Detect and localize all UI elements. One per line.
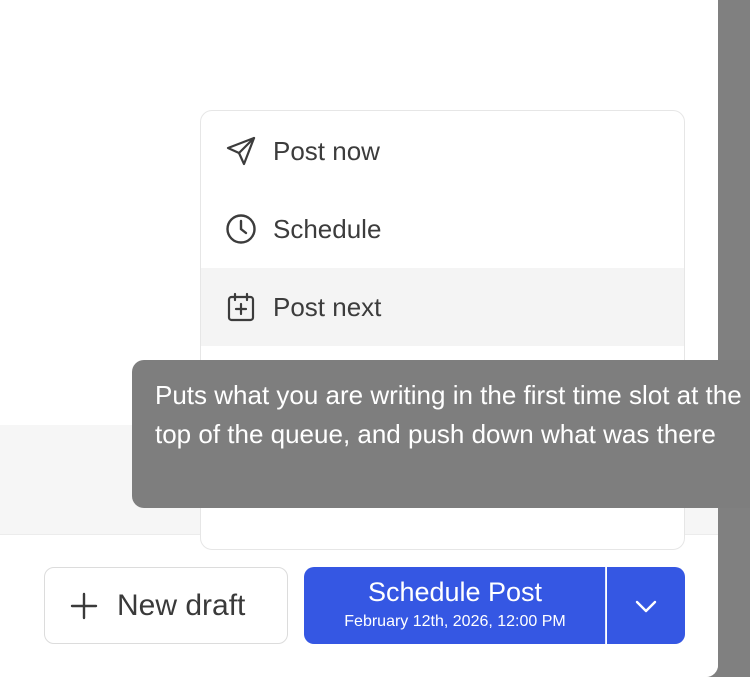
new-draft-button[interactable]: New draft [44, 567, 288, 644]
menu-item-post-now[interactable]: Post now [201, 112, 684, 190]
menu-item-schedule[interactable]: Schedule [201, 190, 684, 268]
new-draft-label: New draft [117, 588, 246, 622]
calendar-plus-icon [225, 291, 257, 323]
schedule-post-button[interactable]: Schedule Post February 12th, 2026, 12:00… [304, 567, 606, 644]
schedule-datetime: February 12th, 2026, 12:00 PM [344, 613, 566, 630]
menu-item-post-next[interactable]: Post next [201, 268, 684, 346]
schedule-post-label: Schedule Post [367, 577, 543, 607]
schedule-options-toggle[interactable] [607, 567, 685, 644]
menu-item-label: Post next [273, 291, 382, 322]
post-next-tooltip: Puts what you are writing in the first t… [132, 360, 750, 508]
clock-icon [225, 213, 257, 245]
chevron-down-icon [635, 600, 657, 612]
send-icon [225, 135, 257, 167]
menu-item-label: Schedule [273, 213, 382, 244]
menu-item-label: Post now [273, 135, 380, 166]
page: Post now Schedule Post next Puts what yo… [0, 0, 750, 677]
plus-icon [70, 592, 98, 619]
